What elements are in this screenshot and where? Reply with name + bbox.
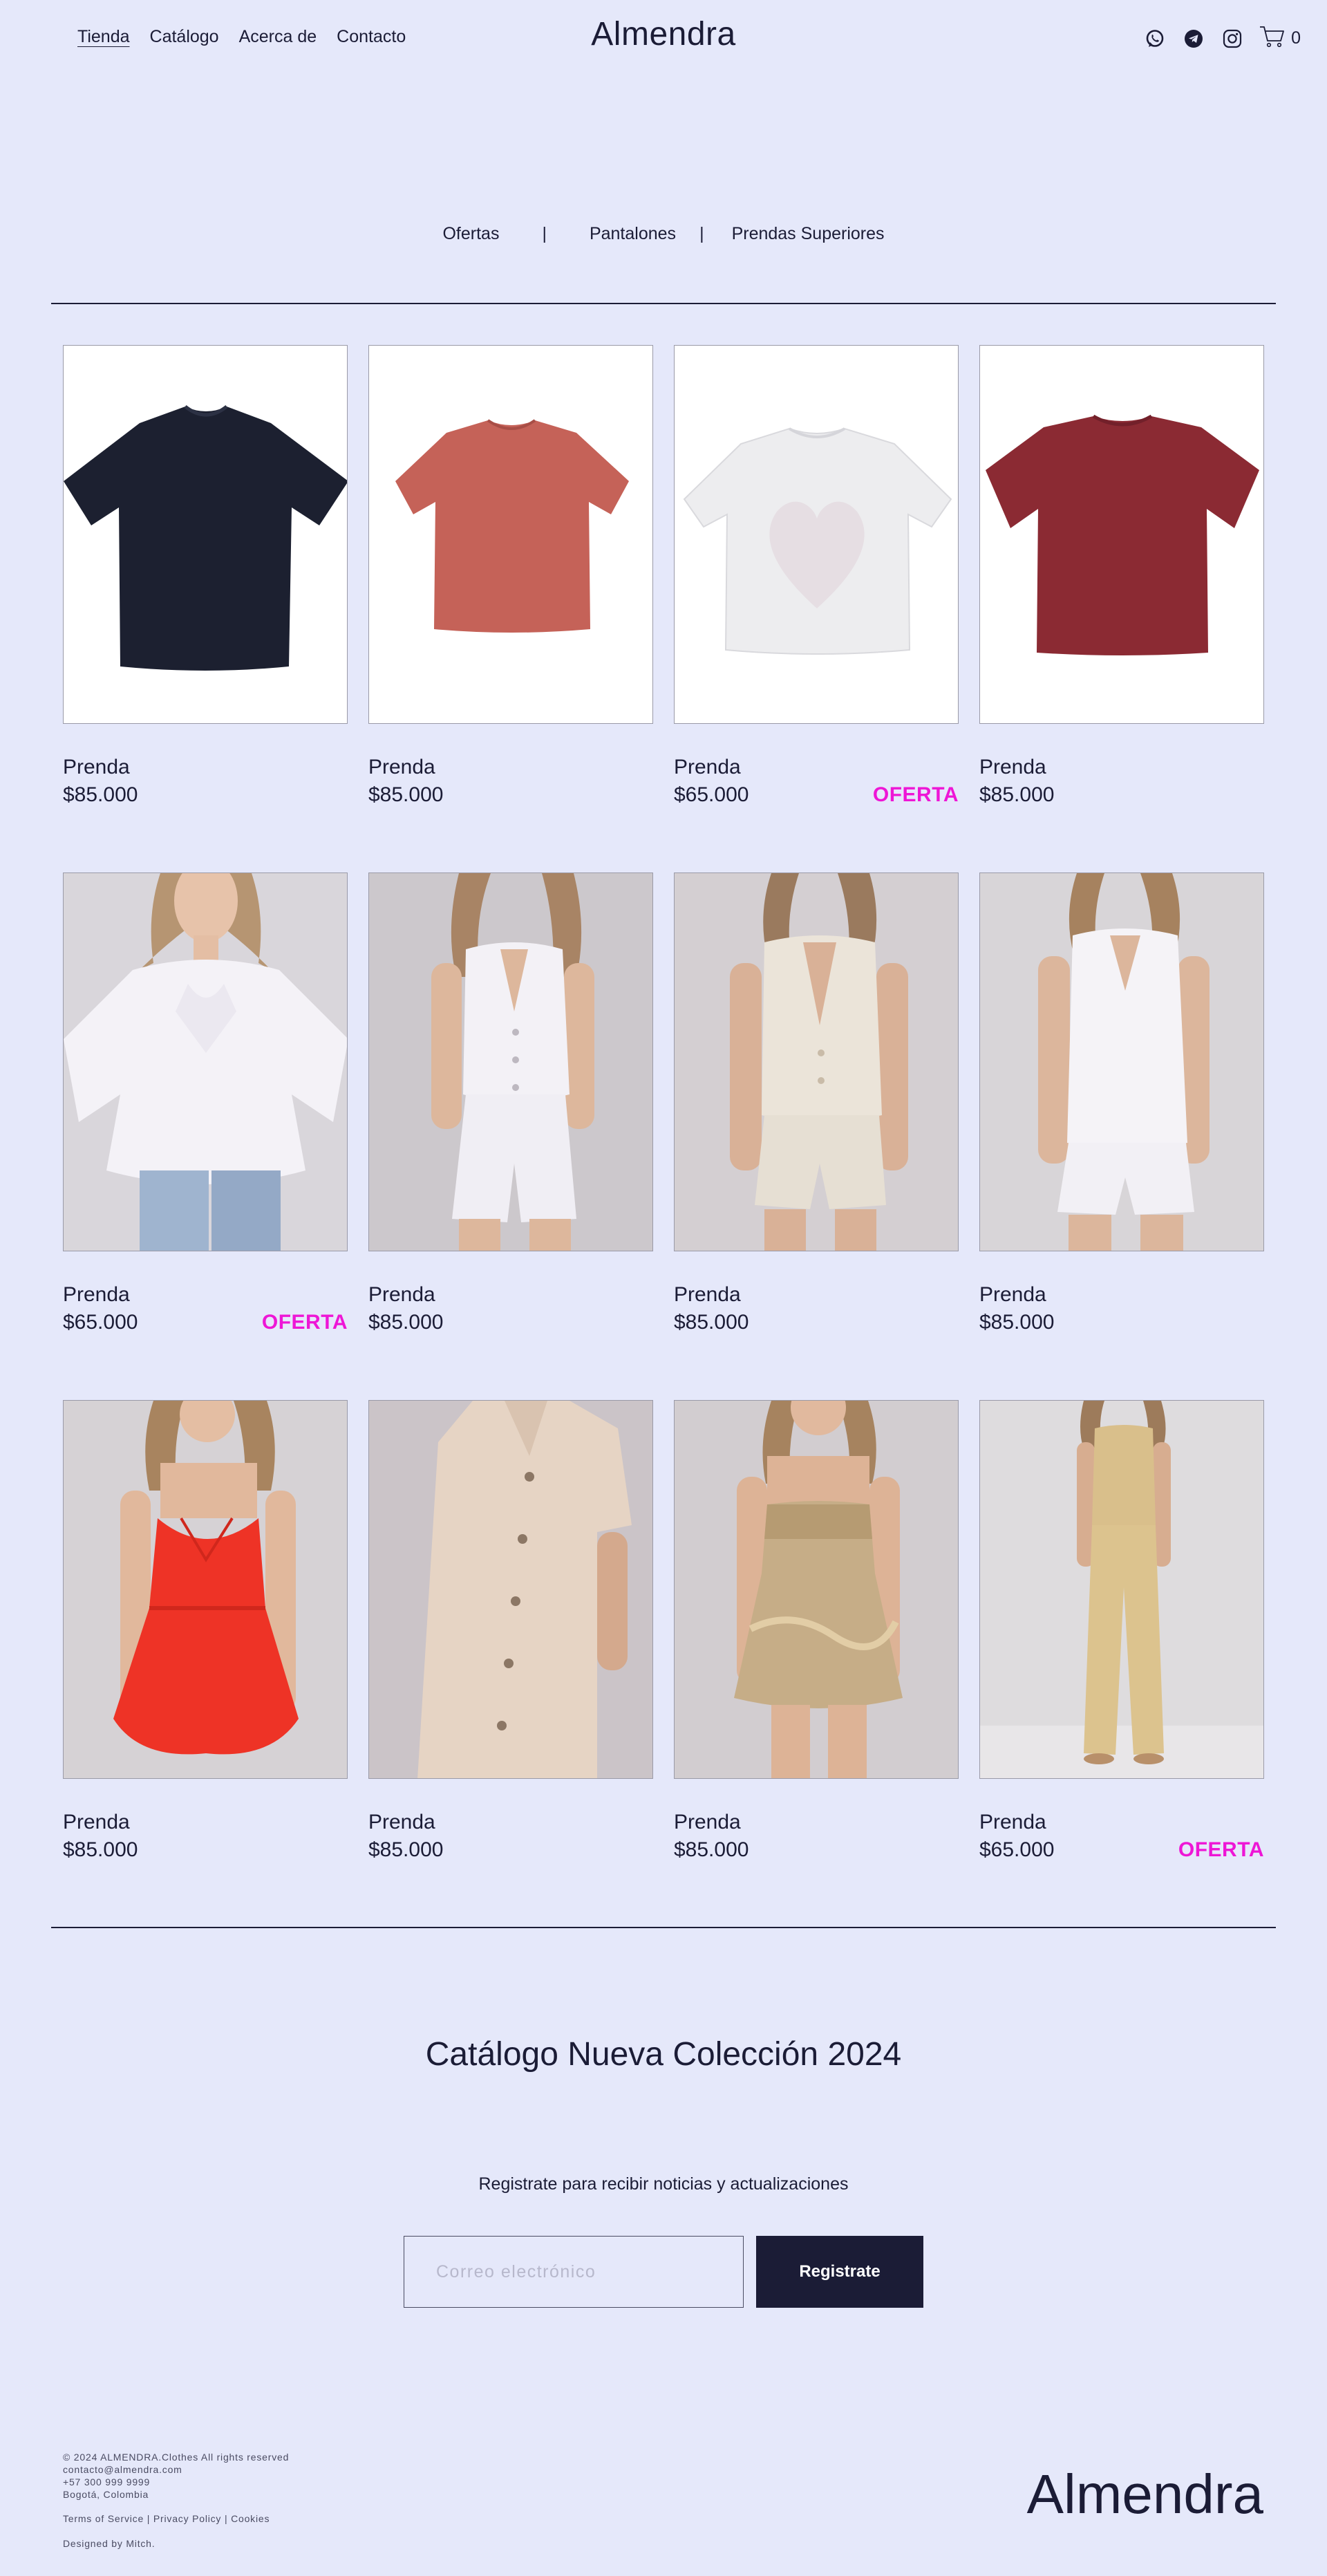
product-price: $85.000 xyxy=(368,1838,444,1861)
product-card[interactable]: Prenda $85.000 xyxy=(979,872,1264,1400)
product-name: Prenda xyxy=(674,1283,741,1306)
footer-email[interactable]: contacto@almendra.com xyxy=(63,2463,289,2476)
product-name: Prenda xyxy=(979,756,1046,778)
top-divider xyxy=(51,303,1276,304)
footer-copyright: © 2024 ALMENDRA.Clothes All rights reser… xyxy=(63,2452,290,2463)
product-price: $85.000 xyxy=(63,783,138,806)
footer-link-separator: | xyxy=(147,2513,151,2524)
product-card[interactable]: Prenda $85.000 xyxy=(368,1400,653,1928)
footer-links: Terms of Service | Privacy Policy | Cook… xyxy=(63,2512,270,2525)
telegram-icon[interactable] xyxy=(1182,27,1205,50)
product-name: Prenda xyxy=(368,1283,435,1306)
cart-button[interactable]: 0 xyxy=(1259,25,1301,52)
product-name: Prenda xyxy=(674,756,741,778)
filter-pantalones[interactable]: Pantalones xyxy=(590,224,676,244)
product-card[interactable]: Prenda $85.000 xyxy=(368,345,653,872)
product-price: $85.000 xyxy=(674,1311,749,1334)
product-price: $65.000 xyxy=(63,1311,138,1334)
filter-separator: | xyxy=(699,224,704,243)
offer-badge: OFERTA xyxy=(1178,1838,1264,1861)
filter-prendas-superiores[interactable]: Prendas Superiores xyxy=(732,224,885,244)
product-name: Prenda xyxy=(63,1811,130,1833)
product-name: Prenda xyxy=(368,756,435,778)
product-card[interactable]: Prenda $65.000 OFERTA xyxy=(63,872,348,1400)
offer-badge: OFERTA xyxy=(261,1311,348,1334)
product-image[interactable] xyxy=(368,345,653,724)
site-header: Tienda Catálogo Acerca de Contacto Almen… xyxy=(0,0,1327,73)
product-image[interactable] xyxy=(63,345,348,724)
footer-credit: Designed by Mitch. xyxy=(63,2538,156,2549)
product-name: Prenda xyxy=(63,1283,130,1306)
product-price: $85.000 xyxy=(63,1838,138,1861)
product-card[interactable]: Prenda $85.000 xyxy=(63,345,348,872)
footer-location: Bogotá, Colombia xyxy=(63,2489,149,2500)
cart-icon xyxy=(1259,25,1286,52)
product-name: Prenda xyxy=(368,1811,435,1833)
product-card[interactable]: Prenda $85.000 xyxy=(368,872,653,1400)
product-card[interactable]: Prenda $65.000 OFERTA xyxy=(979,1400,1264,1928)
footer-brand: Almendra xyxy=(1026,2463,1263,2525)
product-image[interactable] xyxy=(979,345,1264,724)
product-image[interactable] xyxy=(368,1400,653,1779)
cookies-link[interactable]: Cookies xyxy=(231,2513,270,2524)
product-card[interactable]: Prenda $85.000 xyxy=(979,345,1264,872)
product-image[interactable] xyxy=(63,1400,348,1779)
footer-info: © 2024 ALMENDRA.Clothes All rights reser… xyxy=(63,2451,289,2501)
product-price: $85.000 xyxy=(674,1838,749,1861)
filter-separator: | xyxy=(542,224,547,243)
product-image[interactable] xyxy=(674,345,959,724)
offer-badge: OFERTA xyxy=(872,783,959,806)
product-image[interactable] xyxy=(674,872,959,1251)
product-image[interactable] xyxy=(979,872,1264,1251)
product-card[interactable]: Prenda $85.000 xyxy=(63,1400,348,1928)
product-card[interactable]: Prenda $85.000 xyxy=(674,1400,959,1928)
product-price: $85.000 xyxy=(979,1311,1055,1334)
header-actions: 0 xyxy=(1143,25,1301,52)
filter-ofertas[interactable]: Ofertas xyxy=(442,224,499,244)
product-price: $85.000 xyxy=(979,783,1055,806)
newsletter-subtitle: Registrate para recibir noticias y actua… xyxy=(478,2174,849,2194)
product-name: Prenda xyxy=(979,1283,1046,1306)
newsletter-title: Catálogo Nueva Colección 2024 xyxy=(425,2036,902,2073)
brand-logo[interactable]: Almendra xyxy=(0,15,1327,53)
category-filters: Ofertas | Pantalones | Prendas Superiore… xyxy=(0,224,1327,244)
product-image[interactable] xyxy=(674,1400,959,1779)
whatsapp-icon[interactable] xyxy=(1143,27,1167,50)
register-button[interactable]: Registrate xyxy=(756,2236,923,2308)
product-image[interactable] xyxy=(368,872,653,1251)
product-image[interactable] xyxy=(63,872,348,1251)
product-card[interactable]: Prenda $85.000 xyxy=(674,872,959,1400)
footer-phone: +57 300 999 9999 xyxy=(63,2476,151,2488)
product-name: Prenda xyxy=(63,756,130,778)
product-card[interactable]: Prenda $65.000 OFERTA xyxy=(674,345,959,872)
email-field[interactable] xyxy=(404,2236,744,2308)
bottom-divider xyxy=(51,1927,1276,1928)
product-price: $85.000 xyxy=(368,1311,444,1334)
product-name: Prenda xyxy=(979,1811,1046,1833)
product-price: $85.000 xyxy=(368,783,444,806)
instagram-icon[interactable] xyxy=(1221,27,1244,50)
footer-link-separator: | xyxy=(224,2513,228,2524)
privacy-link[interactable]: Privacy Policy xyxy=(153,2513,221,2524)
product-grid: Prenda $85.000 Prenda $85.000 Prenda $65… xyxy=(63,345,1264,1928)
product-price: $65.000 xyxy=(979,1838,1055,1861)
terms-link[interactable]: Terms of Service xyxy=(63,2513,144,2524)
cart-count: 0 xyxy=(1291,28,1301,48)
product-image[interactable] xyxy=(979,1400,1264,1779)
product-price: $65.000 xyxy=(674,783,749,806)
product-name: Prenda xyxy=(674,1811,741,1833)
